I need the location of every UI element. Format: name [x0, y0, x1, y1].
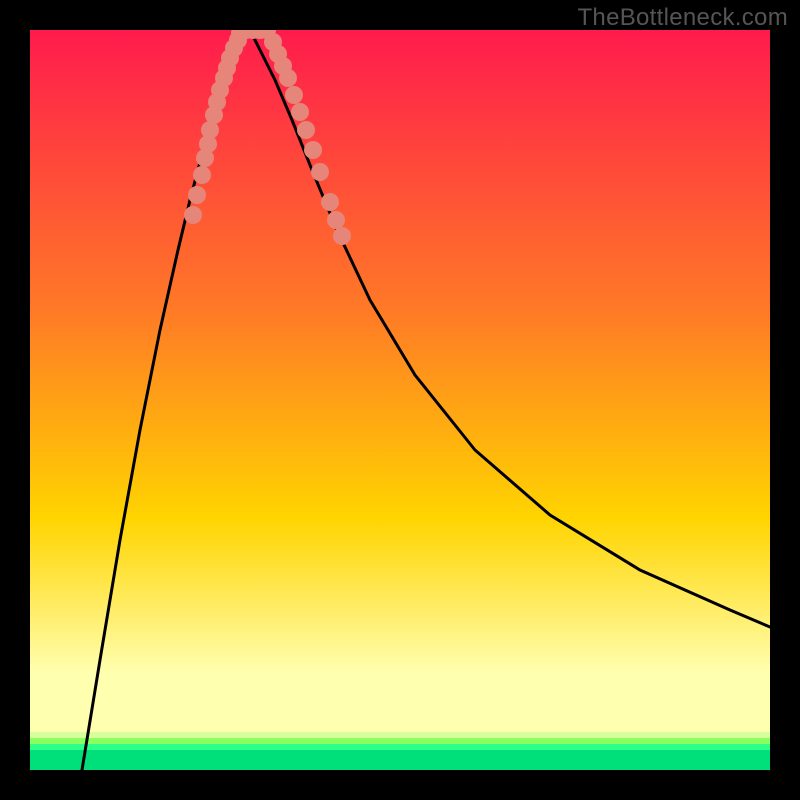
curve-svg: [30, 30, 770, 770]
watermark-text: TheBottleneck.com: [577, 4, 788, 32]
data-point-right-dots: [304, 141, 322, 159]
data-point-right-dots: [291, 103, 309, 121]
data-point-right-dots: [333, 227, 351, 245]
data-point-right-dots: [327, 211, 345, 229]
data-point-left-dots: [193, 166, 211, 184]
bottleneck-curve: [250, 30, 770, 627]
data-point-right-dots: [321, 193, 339, 211]
data-point-right-dots: [285, 86, 303, 104]
chart-stage: TheBottleneck.com: [0, 0, 800, 800]
chart-area: [30, 30, 770, 770]
data-point-right-dots: [297, 121, 315, 139]
data-point-right-dots: [311, 163, 329, 181]
data-point-left-dots: [188, 186, 206, 204]
bottleneck-curve: [82, 30, 250, 770]
data-point-right-dots: [279, 69, 297, 87]
data-point-left-dots: [184, 206, 202, 224]
